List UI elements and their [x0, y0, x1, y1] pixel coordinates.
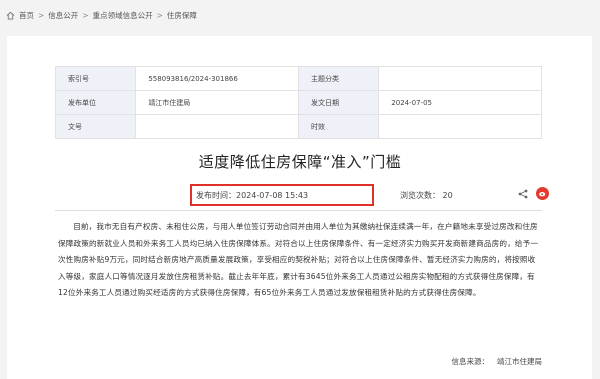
- index-label: 索引号: [54, 66, 137, 91]
- source-label: 信息来源：: [451, 357, 490, 366]
- docno-value: [135, 114, 299, 139]
- publisher-value: 靖江市住建局: [135, 90, 299, 115]
- breadcrumb-separator: >: [38, 10, 45, 20]
- docno-label: 文号: [54, 114, 137, 139]
- status-label: 时效: [297, 114, 380, 139]
- breadcrumb-separator: >: [156, 10, 163, 20]
- breadcrumb-separator: >: [82, 10, 89, 20]
- source-value: 靖江市住建局: [497, 357, 542, 366]
- publisher-label: 发布单位: [54, 90, 137, 115]
- breadcrumb: 首页 > 信息公开 > 重点领域信息公开 > 住房保障: [0, 0, 600, 30]
- view-count: 浏览次数： 20: [400, 190, 453, 201]
- views-value: 20: [442, 191, 453, 200]
- topic-label: 主题分类: [297, 66, 380, 91]
- publish-time-label: 发布时间：: [196, 190, 236, 200]
- share-icon[interactable]: [518, 189, 528, 199]
- index-value: 558093816/2024-301866: [135, 66, 299, 91]
- breadcrumb-info-public[interactable]: 信息公开: [48, 10, 78, 21]
- meta-table: 索引号 558093816/2024-301866 主题分类 发布单位 靖江市住…: [54, 66, 542, 139]
- publish-time-value: 2024-07-08 15:43: [236, 190, 309, 200]
- date-label: 发文日期: [297, 90, 380, 115]
- date-value: 2024-07-05: [378, 90, 542, 115]
- info-source: 信息来源： 靖江市住建局: [444, 356, 543, 367]
- breadcrumb-housing[interactable]: 住房保障: [167, 10, 197, 21]
- article-info-bar: 发布时间： 2024-07-08 15:43 浏览次数： 20: [55, 184, 549, 211]
- weibo-icon[interactable]: [536, 187, 549, 200]
- publish-time-highlight: 发布时间： 2024-07-08 15:43: [190, 184, 374, 206]
- status-value: [378, 114, 542, 139]
- article-title: 适度降低住房保障“准入”门槛: [198, 153, 402, 171]
- breadcrumb-key-area[interactable]: 重点领域信息公开: [93, 10, 153, 21]
- views-label: 浏览次数：: [400, 191, 440, 200]
- topic-value: [378, 66, 542, 91]
- breadcrumb-home[interactable]: 首页: [19, 10, 34, 21]
- home-icon: [6, 11, 15, 20]
- article-body: 目前，我市无自有产权房、未租住公房，与用人单位签订劳动合同并由用人单位为其缴纳社…: [58, 222, 539, 297]
